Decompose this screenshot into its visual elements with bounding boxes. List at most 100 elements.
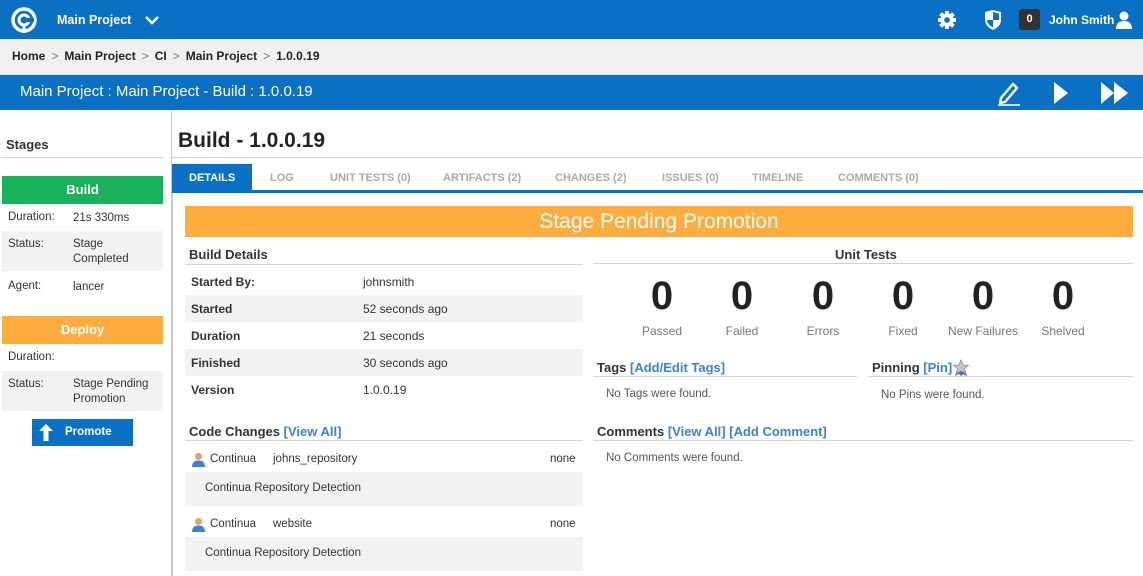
change-author: Continua <box>210 453 257 465</box>
add-comment-link[interactable]: [Add Comment] <box>729 424 827 439</box>
divider <box>593 440 1133 441</box>
change-author: Continua <box>210 518 257 530</box>
detail-value: 52 seconds ago <box>363 302 448 316</box>
detail-row-started-by: Started By: johnsmith <box>185 268 583 295</box>
tags-empty-message: No Tags were found. <box>606 388 712 400</box>
tab-comments[interactable]: COMMENTS (0) <box>838 164 919 190</box>
divider <box>868 376 1133 377</box>
title-bar: Main Project : Main Project - Build : 1.… <box>0 75 1143 110</box>
code-changes-title: Code Changes <box>189 424 281 439</box>
user-icon[interactable] <box>1114 10 1134 30</box>
detail-label: Version <box>191 383 235 397</box>
user-avatar-icon <box>192 518 205 532</box>
unit-tests-shelved-label: Shelved <box>1041 324 1085 338</box>
comments-section-title: Comments [View All] [Add Comment] <box>597 424 827 439</box>
tab-artifacts[interactable]: ARTIFACTS (2) <box>443 164 521 190</box>
pin-link[interactable]: [Pin] <box>923 360 952 375</box>
code-change-row[interactable]: Continua johns_repository none <box>185 447 583 472</box>
pinning-title: Pinning <box>872 360 920 375</box>
divider <box>2 157 163 158</box>
play-icon[interactable] <box>1051 80 1071 106</box>
tab-issues[interactable]: ISSUES (0) <box>662 164 719 190</box>
fast-forward-icon[interactable] <box>1100 80 1130 106</box>
detail-label: Duration <box>191 329 241 343</box>
stage-label: Duration: <box>8 211 55 223</box>
stage-build-duration-row: Duration: 21s 330ms <box>2 204 163 231</box>
pin-ribbon-icon[interactable] <box>952 359 970 377</box>
detail-row-started: Started 52 seconds ago <box>185 295 583 322</box>
unit-tests-new-failures-count: 0 <box>971 274 995 318</box>
continua-logo-icon[interactable] <box>10 6 38 34</box>
project-selector[interactable]: Main Project <box>57 13 131 27</box>
divider <box>593 263 1133 264</box>
breadcrumb: Home > Main Project > CI > Main Project >1.0.0.… <box>0 39 1143 75</box>
add-edit-tags-link[interactable]: [Add/Edit Tags] <box>630 360 725 375</box>
detail-value: johnsmith <box>363 275 415 289</box>
tab-details[interactable]: DETAILS <box>172 164 253 190</box>
breadcrumb-separator: > <box>172 49 180 63</box>
stages-title: Stages <box>6 137 49 152</box>
change-message: Continua Repository Detection <box>205 547 361 559</box>
breadcrumb-home[interactable]: Home <box>12 49 45 63</box>
stage-build-status-row: Status: Stage Completed <box>2 231 163 271</box>
edit-pencil-icon[interactable] <box>996 80 1022 106</box>
divider <box>593 376 857 377</box>
unit-tests-errors-count: 0 <box>811 274 835 318</box>
pinning-section-title: Pinning [Pin] <box>872 360 952 375</box>
unit-tests-passed-count: 0 <box>650 274 674 318</box>
code-change-row[interactable]: Continua website none <box>185 512 583 537</box>
gear-icon[interactable] <box>937 10 957 30</box>
breadcrumb-project[interactable]: Main Project <box>64 49 135 63</box>
code-changes-view-all-link[interactable]: [View All] <box>284 424 342 439</box>
pins-empty-message: No Pins were found. <box>881 389 985 401</box>
tab-timeline[interactable]: TIMELINE <box>752 164 803 190</box>
tab-changes[interactable]: CHANGES (2) <box>555 164 627 190</box>
stage-deploy-duration-row: Duration: <box>2 344 163 371</box>
tags-title: Tags <box>597 360 627 375</box>
user-name[interactable]: John Smith <box>1049 13 1114 27</box>
stage-deploy-header[interactable]: Deploy <box>2 316 163 344</box>
status-banner: Stage Pending Promotion <box>185 206 1133 237</box>
top-nav-bar: Main Project 0 John Smith <box>0 0 1143 39</box>
stage-build-header[interactable]: Build <box>2 176 163 204</box>
tab-log[interactable]: LOG <box>270 164 294 190</box>
stage-value: 21s 330ms <box>73 212 130 224</box>
change-repository: website <box>273 518 312 530</box>
breadcrumb-configuration[interactable]: Main Project <box>186 49 257 63</box>
stage-build-agent-row: Agent: lancer <box>2 271 163 301</box>
detail-value: 30 seconds ago <box>363 356 448 370</box>
shield-icon[interactable] <box>984 10 1002 30</box>
tab-unit-tests[interactable]: UNIT TESTS (0) <box>330 164 411 190</box>
detail-value: 21 seconds <box>363 329 425 343</box>
detail-label: Started <box>191 302 233 316</box>
notification-count-badge[interactable]: 0 <box>1019 9 1040 30</box>
divider <box>185 440 583 441</box>
detail-row-finished: Finished 30 seconds ago <box>185 349 583 376</box>
stage-label: Status: <box>8 238 44 250</box>
change-repository: johns_repository <box>273 453 358 465</box>
stage-value: Stage Completed <box>73 238 129 265</box>
unit-tests-fixed-count: 0 <box>891 274 915 318</box>
code-changes-section-title: Code Changes [View All] <box>189 424 341 439</box>
code-change-message-row: Continua Repository Detection <box>185 472 583 506</box>
stages-sidebar: Stages Build Duration: 21s 330ms Status:… <box>0 110 172 576</box>
comments-view-all-link[interactable]: [View All] <box>668 424 726 439</box>
promote-button-label: Promote <box>65 426 112 438</box>
stage-value: lancer <box>73 281 105 293</box>
comments-empty-message: No Comments were found. <box>606 452 743 464</box>
stage-label: Duration: <box>8 351 55 363</box>
breadcrumb-build: 1.0.0.19 <box>276 49 320 63</box>
tags-section-title: Tags [Add/Edit Tags] <box>597 360 725 375</box>
detail-value: 1.0.0.19 <box>363 383 407 397</box>
build-details-title: Build Details <box>189 247 268 262</box>
detail-row-version: Version 1.0.0.19 <box>185 376 583 403</box>
breadcrumb-ci[interactable]: CI <box>155 49 167 63</box>
chevron-down-icon[interactable] <box>144 13 160 27</box>
arrow-up-icon <box>39 424 53 441</box>
divider <box>172 157 1143 158</box>
detail-row-duration: Duration 21 seconds <box>185 322 583 349</box>
change-files: none <box>550 453 576 465</box>
detail-label: Started By: <box>191 275 256 289</box>
divider <box>185 264 583 265</box>
promote-button[interactable]: Promote <box>32 419 133 446</box>
